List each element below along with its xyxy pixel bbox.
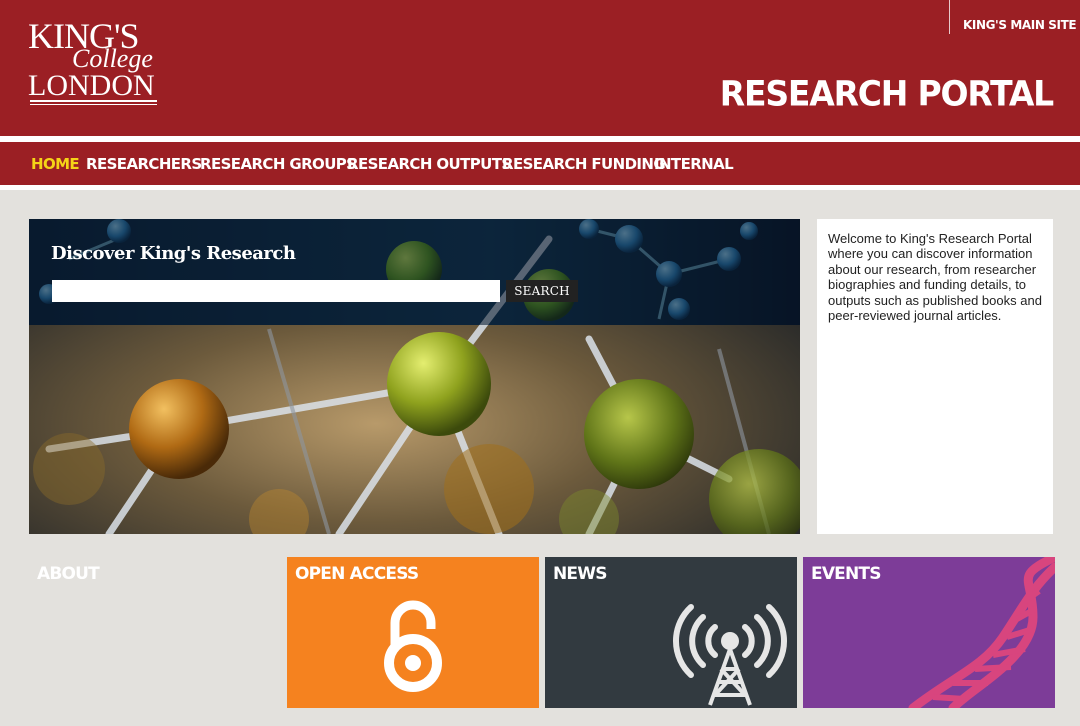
search-button[interactable]: SEARCH xyxy=(506,280,578,302)
events-tile[interactable]: EVENTS xyxy=(803,557,1055,708)
welcome-text-panel: Welcome to King's Research Portal where … xyxy=(817,219,1053,534)
about-tile-label: ABOUT xyxy=(37,564,100,584)
logo-line-3: LONDON xyxy=(28,69,155,102)
portal-title: RESEARCH PORTAL xyxy=(719,73,1054,114)
news-tile-label: NEWS xyxy=(553,564,607,584)
news-tile[interactable]: NEWS xyxy=(545,557,797,708)
kings-college-london-logo[interactable]: KING'S College LONDON xyxy=(28,16,160,108)
about-tile[interactable]: ABOUT xyxy=(29,557,281,708)
nav-item-research-outputs[interactable]: RESEARCH OUTPUTS xyxy=(347,155,512,173)
open-access-tile[interactable]: OPEN ACCESS xyxy=(287,557,539,708)
site-header: KING'S College LONDON KING'S MAIN SITE R… xyxy=(0,0,1080,136)
main-navigation: HOME RESEARCHERS RESEARCH GROUPS RESEARC… xyxy=(0,142,1080,185)
nav-item-home[interactable]: HOME xyxy=(31,155,80,173)
search-input[interactable] xyxy=(52,280,500,302)
nav-divider xyxy=(0,185,1080,190)
hero-banner: Discover King's Research SEARCH xyxy=(29,219,800,534)
nav-item-research-funding[interactable]: RESEARCH FUNDING xyxy=(502,155,666,173)
open-access-tile-label: OPEN ACCESS xyxy=(295,564,419,584)
hero-title: Discover King's Research xyxy=(51,243,296,264)
logo-rule xyxy=(30,104,157,105)
logo-rule xyxy=(30,100,157,102)
hero-search-band xyxy=(29,219,800,325)
events-tile-label: EVENTS xyxy=(811,564,881,584)
nav-item-researchers[interactable]: RESEARCHERS xyxy=(86,155,202,173)
welcome-text: Welcome to King's Research Portal where … xyxy=(828,231,1042,324)
kings-main-site-link[interactable]: KING'S MAIN SITE xyxy=(949,0,1077,34)
nav-item-internal[interactable]: INTERNAL xyxy=(654,155,734,173)
nav-item-research-groups[interactable]: RESEARCH GROUPS xyxy=(200,155,357,173)
